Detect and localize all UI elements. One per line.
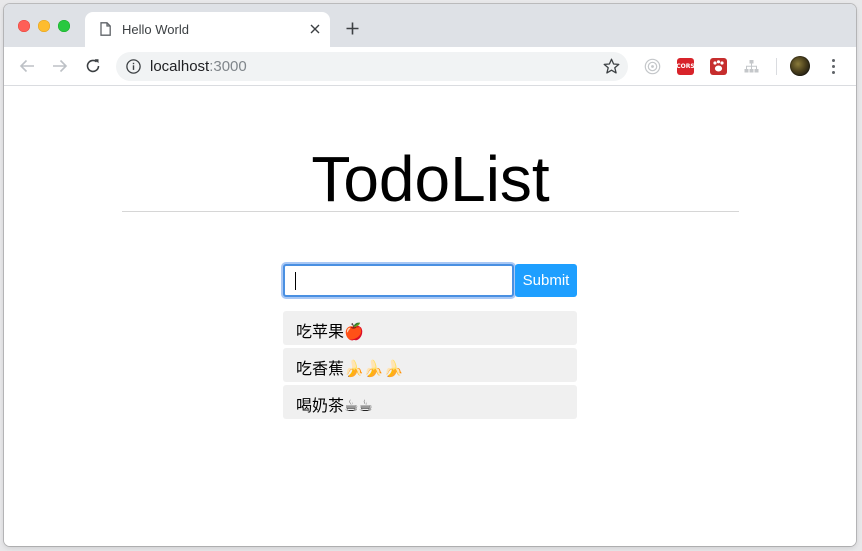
- todo-list: 吃苹果🍎 吃香蕉🍌🍌🍌 喝奶茶☕☕: [283, 311, 577, 422]
- forward-arrow-icon[interactable]: [49, 55, 71, 77]
- maximize-window-button[interactable]: [58, 20, 70, 32]
- url-host: localhost: [150, 58, 210, 75]
- todo-item[interactable]: 吃香蕉🍌🍌🍌: [283, 348, 577, 382]
- text-caret: [295, 272, 296, 290]
- tab-strip: Hello World: [4, 4, 856, 47]
- kebab-menu-icon[interactable]: [826, 56, 840, 76]
- toolbar-divider: [776, 58, 777, 75]
- sitemap-icon[interactable]: [743, 58, 760, 75]
- plus-icon[interactable]: [342, 18, 362, 38]
- url-port: :3000: [209, 58, 247, 75]
- submit-button[interactable]: Submit: [515, 264, 577, 297]
- url-text: localhost:3000: [150, 58, 247, 75]
- page-content: TodoList Submit 吃苹果🍎 吃香蕉🍌🍌🍌 喝奶茶☕☕: [4, 86, 856, 546]
- todo-item[interactable]: 吃苹果🍎: [283, 311, 577, 345]
- close-tab-icon[interactable]: [306, 20, 324, 38]
- document-icon: [100, 22, 111, 36]
- page-title: TodoList: [311, 143, 550, 215]
- tab-title: Hello World: [122, 22, 189, 37]
- reload-icon[interactable]: [82, 55, 104, 77]
- tab-hello-world[interactable]: Hello World: [85, 12, 330, 47]
- bookmark-star-icon[interactable]: [603, 58, 620, 75]
- radar-icon[interactable]: [644, 58, 661, 75]
- info-icon[interactable]: [126, 59, 141, 74]
- cors-icon[interactable]: CORS: [676, 58, 695, 75]
- browser-window: Hello World localhost:3000 CORS TodoList…: [4, 4, 856, 546]
- title-divider: [122, 211, 739, 212]
- todo-input[interactable]: [283, 264, 514, 297]
- browser-toolbar: localhost:3000 CORS: [4, 47, 856, 86]
- address-bar[interactable]: localhost:3000: [116, 52, 628, 81]
- paw-icon[interactable]: [710, 58, 727, 75]
- profile-avatar[interactable]: [790, 56, 810, 76]
- close-window-button[interactable]: [18, 20, 30, 32]
- minimize-window-button[interactable]: [38, 20, 50, 32]
- back-arrow-icon[interactable]: [16, 55, 38, 77]
- todo-item[interactable]: 喝奶茶☕☕: [283, 385, 577, 419]
